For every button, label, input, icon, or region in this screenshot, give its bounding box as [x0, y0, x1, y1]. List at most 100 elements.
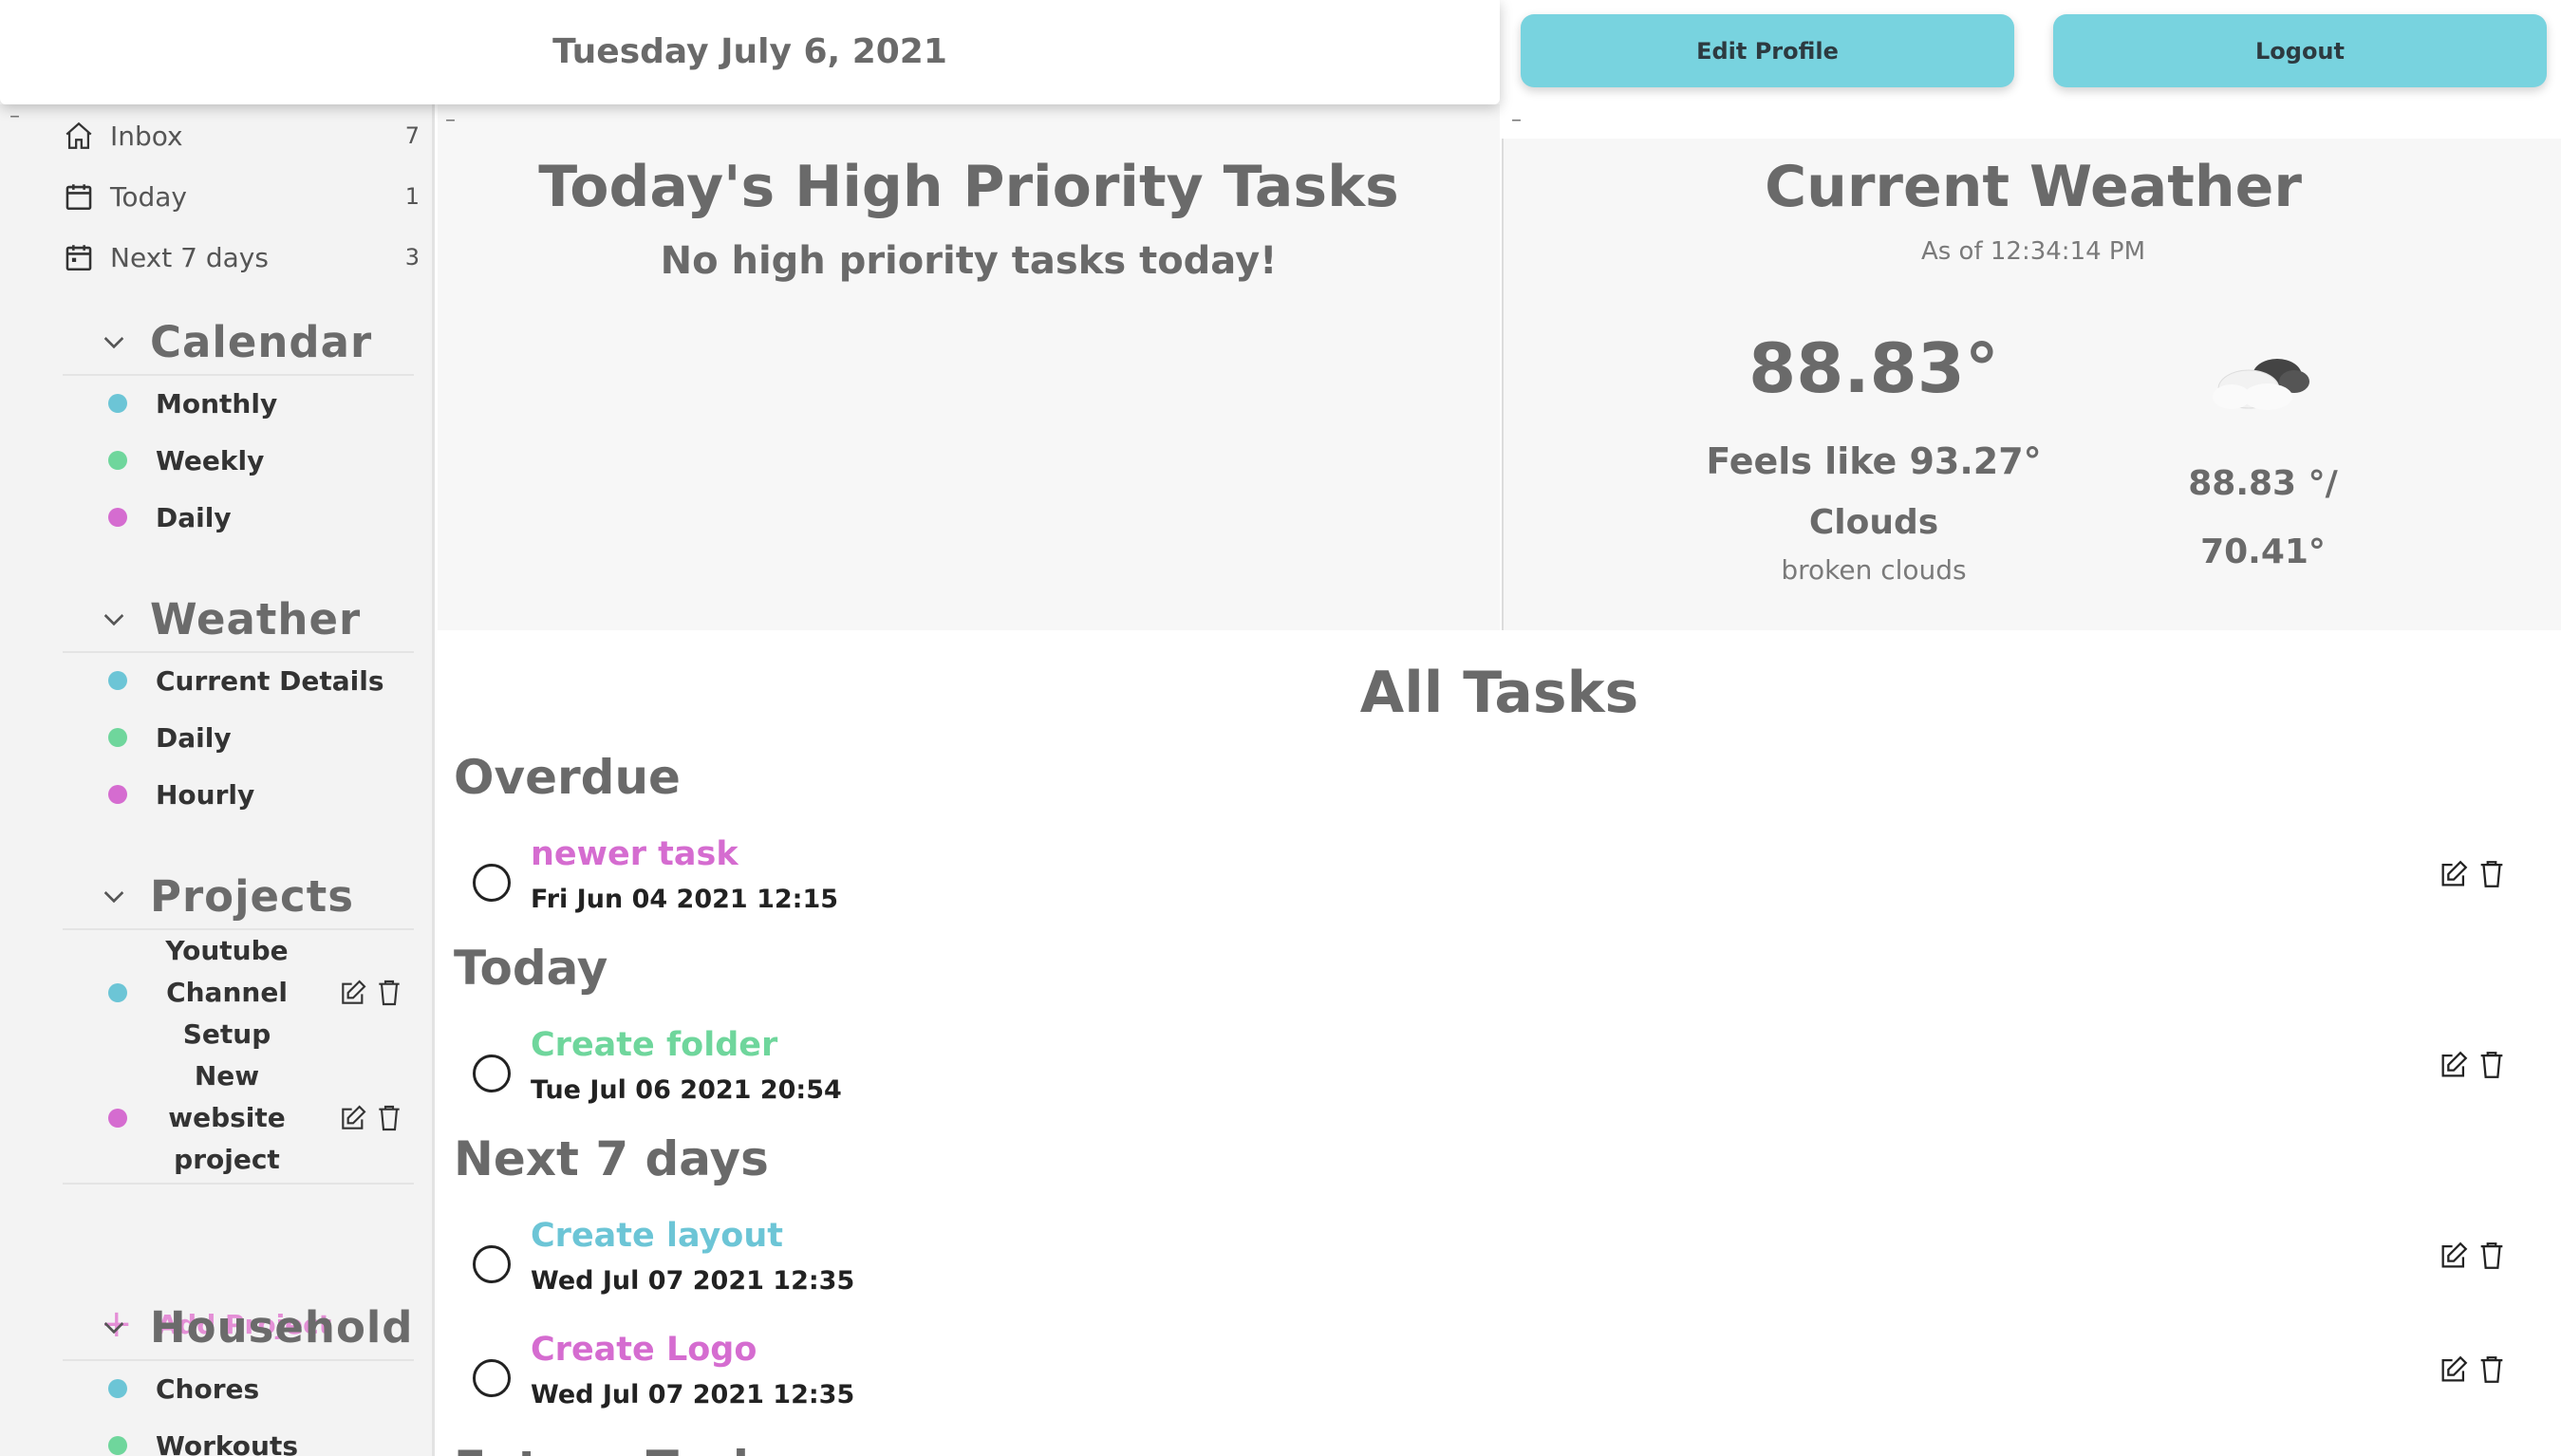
group-title: Household — [150, 1301, 414, 1353]
weather-title: Current Weather — [1765, 154, 2302, 220]
priority-title: Today's High Priority Tasks — [538, 154, 1399, 220]
trash-icon[interactable] — [2476, 1353, 2508, 1386]
group-title: Projects — [150, 870, 355, 922]
header-date: Tuesday July 6, 2021 — [552, 32, 947, 71]
task-date: Fri Jun 04 2021 12:15 — [531, 885, 839, 914]
edit-icon[interactable] — [2438, 1240, 2470, 1272]
chevron-down-icon — [103, 614, 124, 626]
sidebar-item-project[interactable]: Youtube Channel Setup — [108, 930, 412, 1055]
edit-icon[interactable] — [338, 1103, 368, 1133]
color-dot — [108, 508, 127, 527]
task-name[interactable]: Create folder — [531, 1026, 777, 1064]
current-weather-panel: Current Weather As of 12:34:14 PM 88.83°… — [1502, 139, 2561, 630]
sidebar-item-label: Monthly — [156, 387, 278, 420]
feels-like: Feels like 93.27° — [1706, 440, 2042, 482]
sidebar-item-chores[interactable]: Chores — [108, 1365, 259, 1412]
divider — [63, 1183, 414, 1185]
group-weather-header[interactable]: Weather — [99, 590, 361, 647]
color-dot — [108, 451, 127, 470]
group-household-header[interactable]: Household — [99, 1298, 414, 1355]
section-future-tasks: Future Tasks — [454, 1435, 793, 1456]
collapse-handle-icon[interactable]: – — [445, 108, 456, 132]
task-name[interactable]: Create layout — [531, 1217, 783, 1255]
chevron-down-icon — [103, 891, 124, 904]
edit-profile-button[interactable]: Edit Profile — [1521, 14, 2014, 87]
group-projects-header[interactable]: Projects — [99, 868, 354, 924]
color-dot — [108, 1109, 127, 1128]
inbox-count: 7 — [404, 122, 420, 149]
color-dot — [108, 728, 127, 747]
sidebar-item-label: Chores — [156, 1372, 260, 1405]
sidebar-item-inbox[interactable]: Inbox 7 — [63, 112, 420, 159]
trash-icon[interactable] — [374, 978, 404, 1008]
group-calendar-header[interactable]: Calendar — [99, 313, 372, 370]
sidebar-item-label: Hourly — [156, 778, 255, 811]
sidebar-item-daily[interactable]: Daily — [108, 494, 232, 541]
edit-icon[interactable] — [2438, 1049, 2470, 1081]
task-complete-checkbox[interactable] — [473, 864, 511, 902]
sidebar-item-label: Workouts — [156, 1429, 299, 1456]
color-dot — [108, 394, 127, 413]
color-dot — [108, 983, 127, 1002]
sidebar-item-monthly[interactable]: Monthly — [108, 380, 277, 427]
low-temperature: 70.41° — [2200, 532, 2326, 571]
task-name[interactable]: newer task — [531, 835, 738, 873]
trash-icon[interactable] — [2476, 1240, 2508, 1272]
task-row: newer task Fri Jun 04 2021 12:15 — [471, 835, 2521, 930]
task-row: Create layout Wed Jul 07 2021 12:35 — [471, 1217, 2521, 1312]
edit-icon[interactable] — [2438, 1353, 2470, 1386]
sidebar-item-label: Weekly — [156, 444, 265, 476]
color-dot — [108, 1379, 127, 1398]
task-complete-checkbox[interactable] — [473, 1055, 511, 1092]
divider — [63, 374, 414, 376]
sidebar-item-current-details[interactable]: Current Details — [108, 657, 384, 704]
sidebar-item-label: Inbox — [110, 120, 183, 152]
today-count: 1 — [404, 183, 420, 210]
trash-icon[interactable] — [374, 1103, 404, 1133]
weather-description: broken clouds — [1781, 554, 1967, 586]
trash-icon[interactable] — [2476, 858, 2508, 890]
task-name[interactable]: Create Logo — [531, 1331, 757, 1369]
all-tasks-title: All Tasks — [1359, 660, 1639, 726]
section-today: Today — [454, 941, 608, 996]
sidebar-item-label: Daily — [156, 501, 232, 533]
task-complete-checkbox[interactable] — [473, 1359, 511, 1397]
sidebar-item-today[interactable]: Today 1 — [63, 173, 420, 220]
collapse-handle-icon[interactable]: – — [1511, 108, 1522, 132]
sidebar-item-weather-daily[interactable]: Daily — [108, 714, 232, 761]
sidebar-item-hourly[interactable]: Hourly — [108, 771, 254, 818]
high-low-temperature: 88.83 °/ 70.41° — [2149, 450, 2377, 587]
calendar-icon — [65, 184, 92, 211]
weather-condition: Clouds — [1808, 503, 1939, 542]
sidebar-item-label: Daily — [156, 721, 232, 754]
sidebar-item-next-7-days[interactable]: Next 7 days 3 — [63, 233, 420, 281]
color-dot — [108, 785, 127, 804]
divider — [63, 651, 414, 653]
sidebar-item-workouts[interactable]: Workouts — [108, 1422, 298, 1456]
project-name: New website project — [168, 1060, 286, 1175]
sidebar-item-label: Next 7 days — [110, 241, 269, 273]
cloud-icon — [2213, 359, 2309, 410]
trash-icon[interactable] — [2476, 1049, 2508, 1081]
edit-icon[interactable] — [338, 978, 368, 1008]
project-name: Youtube Channel Setup — [165, 935, 289, 1050]
collapse-handle-icon[interactable]: – — [9, 104, 20, 128]
weather-panel-strip: – — [1502, 104, 2561, 139]
task-complete-checkbox[interactable] — [473, 1245, 511, 1283]
task-row: Create Logo Wed Jul 07 2021 12:35 — [471, 1331, 2521, 1426]
color-dot — [108, 671, 127, 690]
high-temperature: 88.83 °/ — [2188, 464, 2338, 503]
next-7-days-count: 3 — [404, 244, 420, 271]
task-date: Wed Jul 07 2021 12:35 — [531, 1380, 855, 1409]
sidebar-item-weekly[interactable]: Weekly — [108, 437, 264, 484]
logout-button[interactable]: Logout — [2053, 14, 2547, 87]
sidebar-item-label: Current Details — [156, 664, 384, 697]
group-title: Weather — [150, 593, 362, 644]
divider — [63, 1359, 414, 1361]
sidebar: – Inbox 7 Today 1 Next 7 days 3 Calendar… — [0, 104, 435, 1456]
sidebar-item-project[interactable]: New website project — [108, 1055, 412, 1181]
home-icon — [65, 121, 92, 149]
section-overdue: Overdue — [454, 750, 681, 805]
high-priority-panel: – Today's High Priority Tasks No high pr… — [438, 104, 1500, 630]
edit-icon[interactable] — [2438, 858, 2470, 890]
